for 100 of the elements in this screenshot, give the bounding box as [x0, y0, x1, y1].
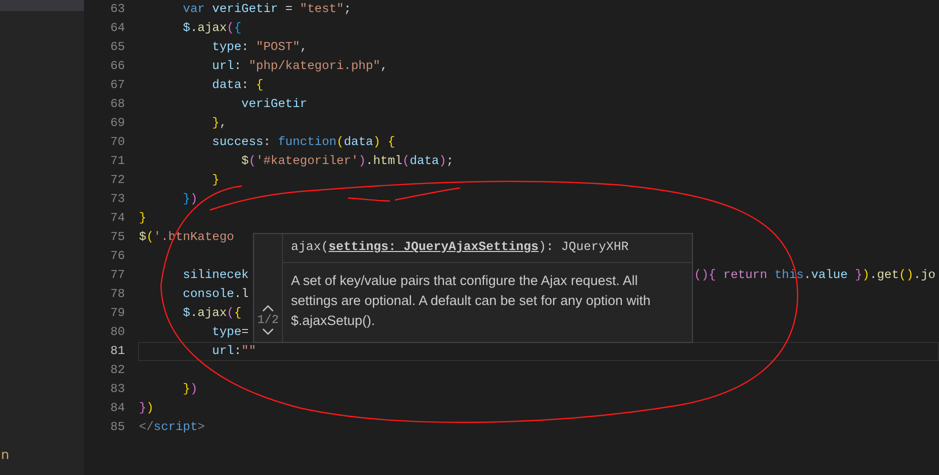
code-token: ( [336, 134, 344, 151]
line-number: 67 [109, 77, 125, 94]
line-number: 65 [109, 39, 125, 56]
line-number: 77 [109, 267, 125, 284]
code-token: ) [438, 153, 446, 170]
code-token: } [211, 115, 220, 132]
code-token: } [211, 172, 220, 189]
code-token: type [211, 39, 242, 56]
code-token: '#kategoriler' [256, 153, 358, 170]
code-token: $ [139, 229, 146, 246]
line-number: 79 [109, 305, 125, 322]
code-token: silinecek [182, 267, 249, 284]
line-number: 84 [109, 400, 125, 417]
code-token: { [256, 77, 264, 94]
code-token: html [373, 153, 402, 170]
code-token: veriGetir [212, 1, 278, 18]
chevron-down-icon[interactable] [262, 328, 274, 336]
code-token: . [190, 305, 198, 322]
code-token: () [694, 267, 709, 284]
code-token: function [278, 134, 336, 151]
code-token: } [139, 210, 146, 227]
code-token: .l [234, 286, 249, 303]
code-token: { [234, 20, 242, 37]
code-token: { [234, 305, 242, 322]
code-token: } [139, 400, 146, 417]
code-token: ; [446, 153, 454, 170]
code-token: > [198, 419, 205, 436]
code-token: "" [241, 343, 256, 360]
line-number: 76 [109, 248, 125, 265]
code-token: = [241, 324, 249, 341]
line-number: 75 [109, 229, 125, 246]
code-token: data [344, 134, 374, 151]
code-token: success [211, 134, 264, 151]
code-token: { [386, 134, 396, 151]
code-token: get [876, 267, 899, 284]
code-token: : [241, 77, 250, 94]
code-token: ( [226, 20, 234, 37]
function-signature: ajax(settings: JQueryAjaxSettings): JQueryXHR [291, 240, 629, 254]
code-token: $ [240, 153, 249, 170]
code-token: } [182, 381, 190, 398]
code-token: var [182, 1, 206, 18]
code-token: () [898, 267, 914, 284]
line-number: 78 [109, 286, 125, 303]
line-number: 64 [109, 20, 125, 37]
line-number: 66 [109, 58, 125, 75]
code-token: : [241, 39, 250, 56]
code-token: ; [344, 1, 352, 18]
code-token: return [723, 267, 768, 284]
code-token: : [234, 58, 242, 75]
code-token: = [284, 1, 294, 18]
line-number: 69 [109, 115, 125, 132]
code-token: $ [182, 305, 190, 322]
line-number: 74 [109, 210, 125, 227]
line-number: 73 [109, 191, 125, 208]
line-number: 83 [109, 381, 125, 398]
code-token: ( [226, 305, 234, 322]
code-token: } [182, 191, 190, 208]
line-number: 72 [109, 172, 125, 189]
code-token: . [804, 267, 812, 284]
code-token: . [190, 20, 198, 37]
code-token: url [211, 58, 234, 75]
code-token: ) [862, 267, 870, 284]
code-token: type [211, 324, 242, 341]
code-token: ajax [198, 20, 227, 37]
code-token: . [870, 267, 877, 284]
line-number: 81 [109, 343, 125, 360]
code-token: ( [402, 153, 410, 170]
code-token: .jo [914, 267, 936, 284]
code-token: veriGetir [240, 96, 308, 113]
code-token: console [182, 286, 234, 303]
code-token: </ [139, 419, 154, 436]
line-number: 80 [109, 324, 125, 341]
code-token: ( [248, 153, 256, 170]
code-token: ajax [198, 305, 227, 322]
code-token: data [211, 77, 242, 94]
code-token: script [154, 419, 198, 436]
overload-counter: 1/2 [257, 313, 279, 327]
code-token: , [380, 58, 388, 75]
code-token: : [234, 343, 242, 360]
code-token: url [211, 343, 234, 360]
line-number: 85 [109, 419, 125, 436]
code-token: , [300, 39, 308, 56]
description-text: A set of key/value pairs that configure the Ajax request. All settings are optional. A default can be set for any option with $.ajaxSetup(). [291, 273, 650, 328]
code-token: ) [146, 400, 154, 417]
code-token: "php/kategori.php" [248, 58, 380, 75]
code-token: ) [190, 381, 198, 398]
line-number: 71 [109, 153, 125, 170]
code-token: } [854, 267, 862, 284]
sidebar-item[interactable]: n [0, 448, 10, 464]
code-token: "POST" [256, 39, 300, 56]
code-token: { [708, 267, 717, 284]
code-token: ( [146, 229, 154, 246]
code-token: ) [358, 153, 366, 170]
line-number: 63 [109, 1, 125, 18]
code-token: "test" [300, 1, 344, 18]
code-token: $ [182, 20, 190, 37]
code-token: ) [190, 191, 198, 208]
chevron-up-icon[interactable] [262, 304, 274, 312]
line-number: 82 [109, 362, 125, 379]
code-token: . [366, 153, 374, 170]
